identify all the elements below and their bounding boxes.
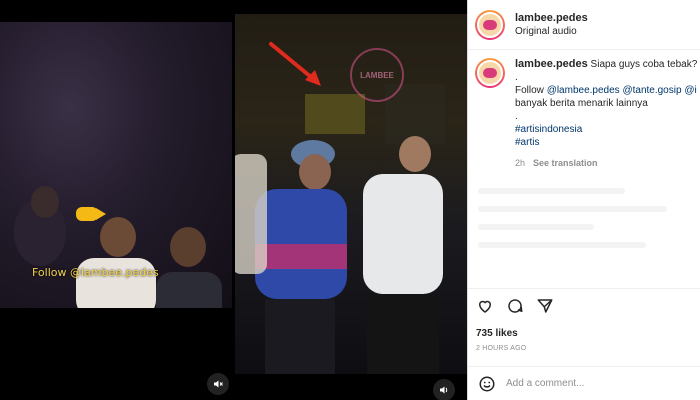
caption-text-line5: . xyxy=(515,111,518,122)
caption-text-line4: banyak berita menarik lainnya xyxy=(515,98,648,109)
video-frame-left[interactable]: Follow @lambee.pedes xyxy=(0,22,232,308)
post-header: lambee.pedes Original audio xyxy=(468,0,700,50)
watermark-logo: LAMBEE xyxy=(350,48,404,102)
post-time: 2h xyxy=(515,158,526,168)
likes-count[interactable]: 735 likes xyxy=(476,328,692,339)
hashtag-artis[interactable]: #artis xyxy=(515,137,539,148)
post-time-ago: 2 HOURS AGO xyxy=(476,345,527,352)
caption-text-line2: . xyxy=(515,72,518,83)
avatar[interactable] xyxy=(475,9,505,40)
audio-link[interactable]: Original audio xyxy=(515,25,588,39)
see-translation-link[interactable]: See translation xyxy=(533,158,598,168)
comment-icon[interactable] xyxy=(506,297,524,315)
emoji-icon[interactable] xyxy=(478,375,496,393)
comment-input[interactable] xyxy=(506,378,676,389)
header-username[interactable]: lambee.pedes xyxy=(515,11,588,25)
pointing-hand-icon xyxy=(76,207,106,221)
red-arrow-icon xyxy=(269,42,321,86)
faded-comments-placeholder xyxy=(478,188,688,278)
post-actions: 735 likes 2 HOURS AGO xyxy=(468,288,700,352)
mention-tante-gosip[interactable]: @tante.gosip xyxy=(622,85,681,96)
caption: lambee.pedes Siapa guys coba tebak? . Fo… xyxy=(475,58,700,170)
caption-text-line1: Siapa guys coba tebak? xyxy=(590,59,698,70)
caption-avatar[interactable] xyxy=(475,58,505,88)
heart-icon[interactable] xyxy=(476,297,494,315)
follow-prefix: Follow xyxy=(515,85,547,96)
muted-speaker-icon[interactable] xyxy=(207,373,229,395)
post-sidebar: lambee.pedes Original audio lambee.pedes… xyxy=(467,0,700,400)
speaker-icon[interactable] xyxy=(433,379,455,400)
comment-bar xyxy=(468,366,700,400)
hashtag-artisindonesia[interactable]: #artisindonesia xyxy=(515,124,582,135)
mention-lambee-pedes[interactable]: @lambee.pedes xyxy=(547,85,620,96)
paper-plane-icon[interactable] xyxy=(536,297,554,315)
caption-username[interactable]: lambee.pedes xyxy=(515,58,588,70)
mention-truncated[interactable]: @i xyxy=(684,85,696,96)
post-media[interactable]: Follow @lambee.pedes LAMBEE xyxy=(0,0,467,400)
follow-overlay-text: Follow @lambee.pedes xyxy=(32,266,159,279)
